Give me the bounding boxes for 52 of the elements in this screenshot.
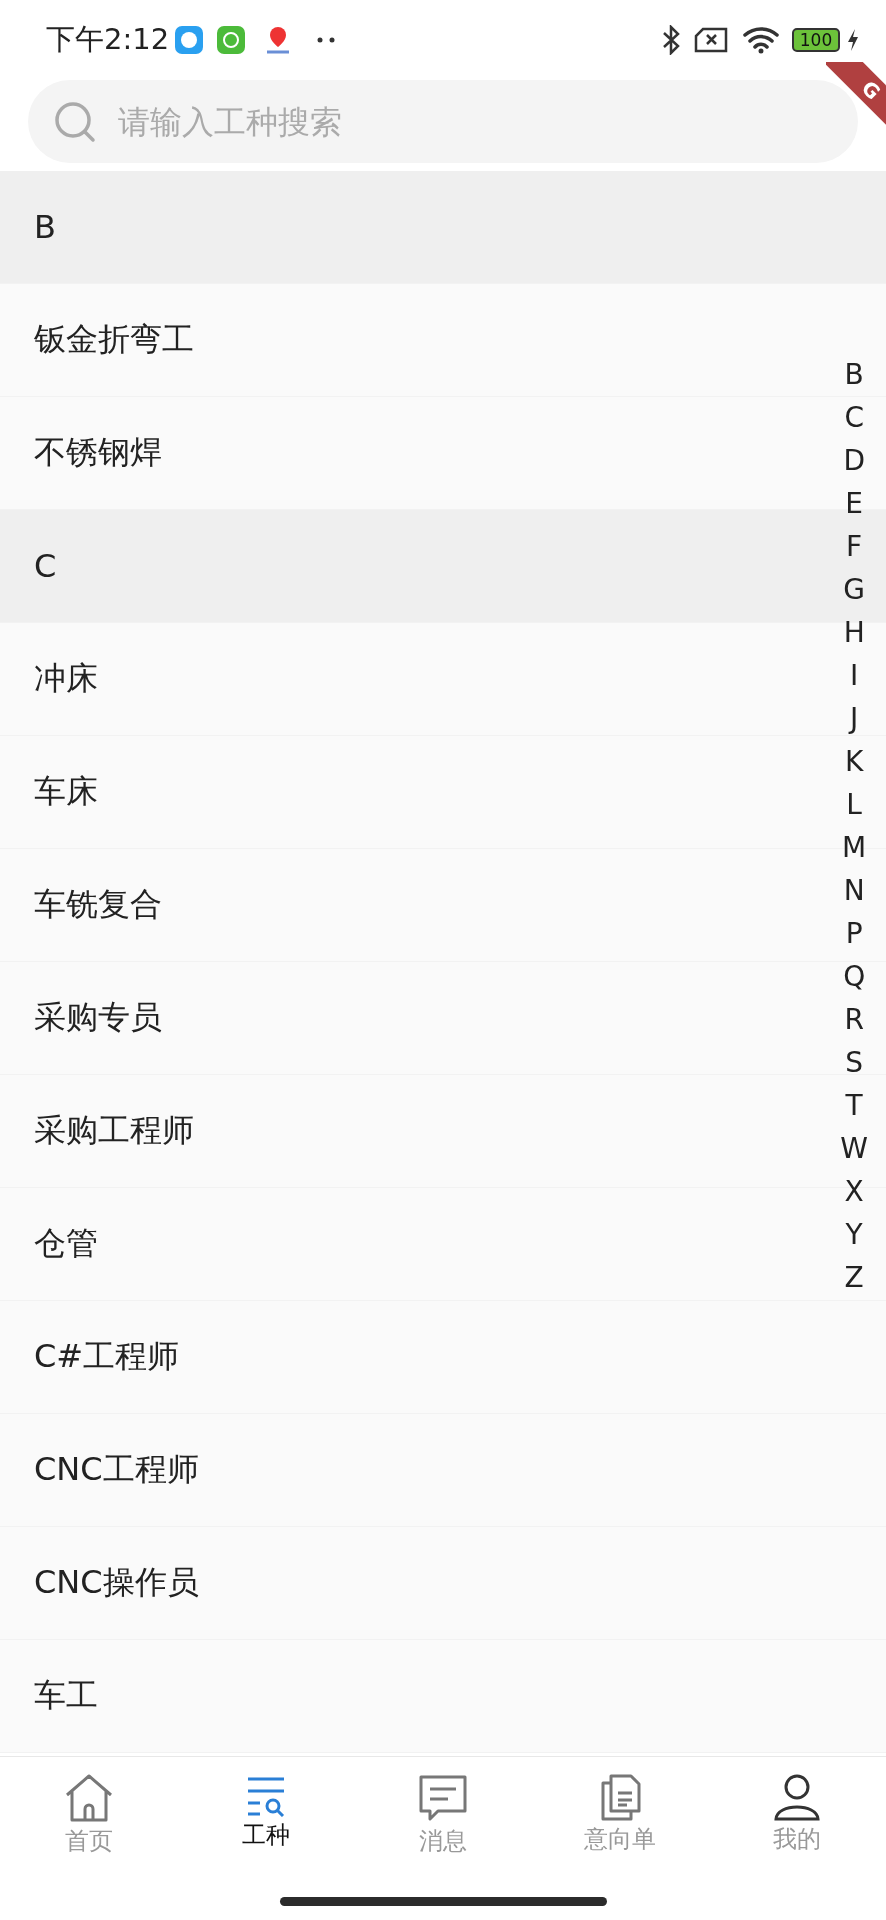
index-letter[interactable]: S bbox=[845, 1041, 864, 1084]
bluetooth-icon bbox=[662, 25, 680, 55]
list-item[interactable]: CNC操作员 bbox=[34, 1561, 199, 1605]
list-item[interactable]: CNC工程师 bbox=[34, 1448, 199, 1492]
index-letter[interactable]: M bbox=[842, 826, 867, 869]
wifi-icon bbox=[742, 26, 780, 54]
index-letter[interactable]: C bbox=[844, 396, 864, 439]
index-letter[interactable]: X bbox=[844, 1170, 864, 1213]
index-letter[interactable]: D bbox=[843, 439, 865, 482]
index-letter[interactable]: F bbox=[846, 525, 863, 568]
list-item[interactable]: 钣金折弯工 bbox=[34, 318, 194, 362]
index-letter[interactable]: I bbox=[850, 654, 859, 697]
index-letter[interactable]: K bbox=[844, 740, 864, 783]
charging-icon bbox=[846, 28, 860, 52]
index-letter[interactable]: G bbox=[843, 568, 865, 611]
section-header: C bbox=[34, 547, 57, 585]
index-letter[interactable]: J bbox=[850, 697, 859, 740]
index-letter[interactable]: Y bbox=[845, 1213, 863, 1256]
person-icon bbox=[773, 1773, 822, 1821]
index-letter[interactable]: Q bbox=[843, 955, 866, 998]
index-letter[interactable]: E bbox=[845, 482, 863, 525]
more-dots-icon bbox=[317, 37, 336, 43]
list-item[interactable]: 采购工程师 bbox=[34, 1109, 194, 1153]
index-letter[interactable]: T bbox=[845, 1084, 863, 1127]
index-letter[interactable]: W bbox=[840, 1127, 868, 1170]
nav-tab[interactable]: 工种 bbox=[177, 1773, 355, 1857]
list-item[interactable]: 车工 bbox=[34, 1674, 98, 1718]
status-time: 下午2:12 bbox=[46, 21, 170, 58]
battery-level: 100 bbox=[799, 30, 833, 50]
section-header: B bbox=[34, 208, 56, 246]
app-notification-icon bbox=[217, 26, 246, 54]
list-item[interactable]: 不锈钢焊 bbox=[34, 431, 162, 475]
index-letter[interactable]: N bbox=[843, 869, 865, 912]
index-letter[interactable]: P bbox=[845, 912, 863, 955]
list-item[interactable]: 车床 bbox=[34, 770, 98, 814]
index-letter[interactable]: B bbox=[844, 353, 864, 396]
list-item[interactable]: 采购专员 bbox=[34, 996, 162, 1040]
index-letter[interactable]: L bbox=[846, 783, 862, 826]
search-icon bbox=[54, 101, 96, 143]
sim-card-x-icon bbox=[694, 27, 728, 53]
index-letter[interactable]: H bbox=[843, 611, 865, 654]
documents-icon bbox=[599, 1773, 642, 1821]
list-item[interactable]: 车铣复合 bbox=[34, 883, 162, 927]
search-field[interactable]: 请输入工种搜索 bbox=[28, 80, 858, 163]
index-letter[interactable]: Z bbox=[844, 1256, 864, 1299]
app-notification-icon bbox=[175, 26, 204, 54]
index-letter[interactable]: R bbox=[844, 998, 864, 1041]
list-item[interactable]: 仓管 bbox=[34, 1222, 98, 1266]
message-icon bbox=[418, 1773, 468, 1823]
map-pin-icon bbox=[265, 25, 292, 55]
list-item[interactable]: 冲床 bbox=[34, 657, 98, 701]
list-item[interactable]: C#工程师 bbox=[34, 1335, 180, 1379]
